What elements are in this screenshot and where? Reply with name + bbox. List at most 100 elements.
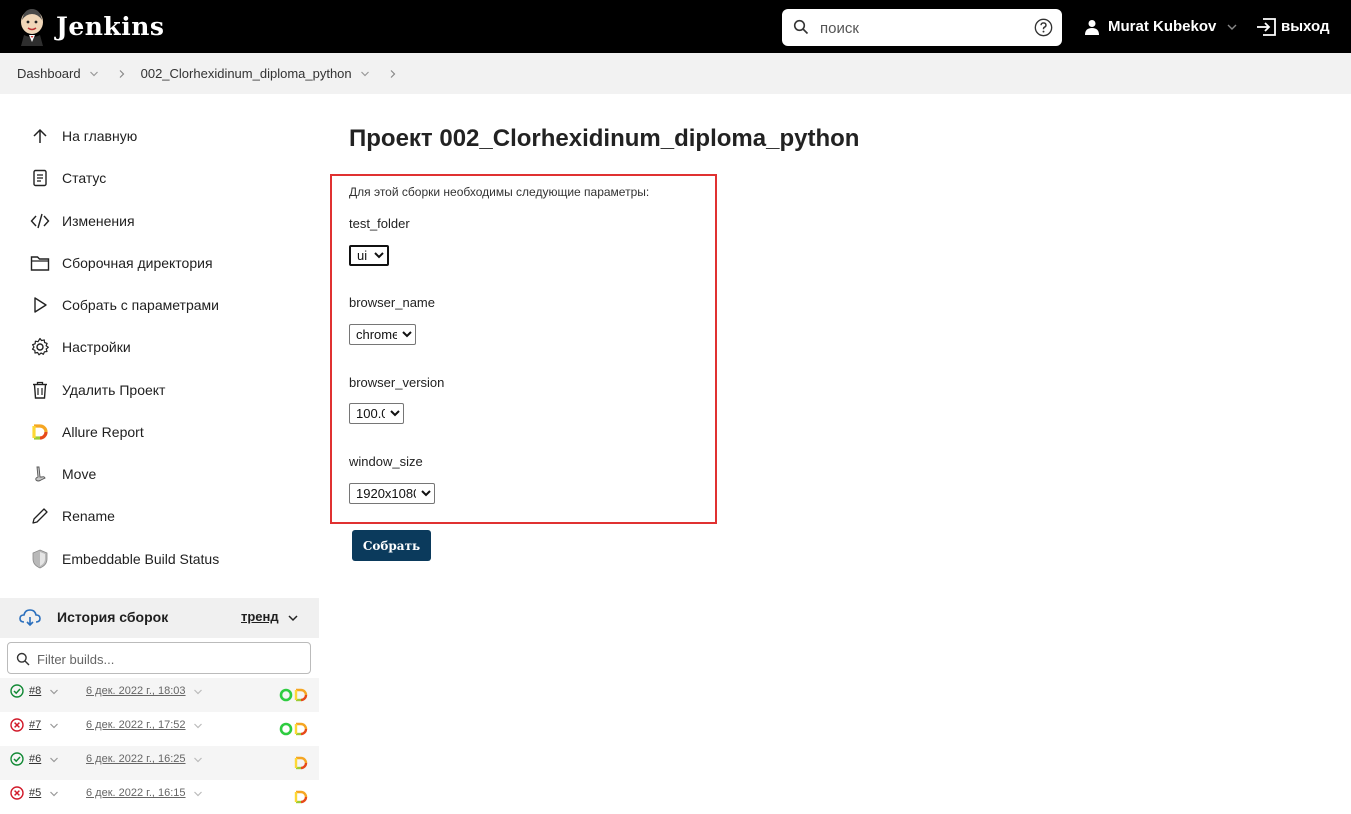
allure-icon[interactable] [294, 756, 308, 770]
allure-icon[interactable] [294, 790, 308, 804]
folder-icon [30, 253, 50, 273]
chevron-down-icon[interactable] [287, 612, 299, 624]
document-icon [30, 168, 50, 188]
breadcrumb: Dashboard 002_Clorhexidinum_diploma_pyth… [0, 53, 1351, 94]
chevron-down-icon[interactable] [49, 789, 59, 799]
chevron-down-icon[interactable] [1226, 21, 1238, 33]
chevron-right-icon [390, 69, 395, 78]
breadcrumb-item-project[interactable]: 002_Clorhexidinum_diploma_python [141, 66, 370, 81]
sidebar-item-workspace[interactable]: Сборочная директория [30, 251, 213, 275]
parameters-form: Для этой сборки необходимы следующие пар… [330, 174, 717, 524]
build-date-link[interactable]: 6 дек. 2022 г., 16:15 [86, 787, 186, 799]
pencil-icon [30, 506, 50, 526]
chevron-down-icon[interactable] [49, 687, 59, 697]
build-number-link[interactable]: #7 [29, 719, 41, 731]
search-input[interactable] [820, 17, 1020, 39]
chevron-down-icon[interactable] [193, 721, 203, 731]
cloud-icon [19, 609, 41, 627]
user-menu[interactable]: Murat Kubekov [1084, 0, 1238, 53]
chevron-down-icon[interactable] [360, 69, 370, 79]
build-date-link[interactable]: 6 дек. 2022 г., 16:25 [86, 753, 186, 765]
green-ring-icon[interactable] [279, 722, 293, 736]
filter-builds-input[interactable] [37, 650, 297, 668]
breadcrumb-label: 002_Clorhexidinum_diploma_python [140, 66, 352, 81]
sidebar-item-embeddable-build-status[interactable]: Embeddable Build Status [30, 547, 219, 571]
build-badges [294, 756, 308, 770]
sidebar-item-rename[interactable]: Rename [30, 504, 115, 528]
sidebar-item-label: Allure Report [62, 424, 144, 440]
build-date-link[interactable]: 6 дек. 2022 г., 17:52 [86, 719, 186, 731]
param-label-window-size: window_size [349, 454, 423, 469]
chevron-down-icon[interactable] [193, 789, 203, 799]
trend-link[interactable]: тренд [241, 609, 279, 624]
success-status-icon [10, 684, 24, 698]
chevron-down-icon[interactable] [49, 721, 59, 731]
build-button[interactable]: Собрать [352, 530, 431, 561]
build-row[interactable]: #6 6 дек. 2022 г., 16:25 [0, 746, 319, 780]
sidebar-item-label: Move [62, 466, 97, 482]
build-date-link[interactable]: 6 дек. 2022 г., 18:03 [86, 685, 186, 697]
build-badges [294, 790, 308, 804]
user-icon [1085, 19, 1099, 35]
green-ring-icon[interactable] [279, 688, 293, 702]
sidebar-item-changes[interactable]: Изменения [30, 209, 135, 233]
build-history-title: История сборок [57, 609, 169, 625]
sidebar-item-delete-project[interactable]: Удалить Проект [30, 378, 165, 402]
app-name: Jenkins [56, 11, 165, 41]
user-name: Murat Kubekov [1108, 18, 1217, 35]
sidebar-item-status[interactable]: Статус [30, 166, 106, 190]
param-label-browser-version: browser_version [349, 375, 445, 390]
test-folder-select[interactable]: ui [349, 245, 389, 266]
chevron-down-icon[interactable] [193, 755, 203, 765]
sidebar-item-label: Embeddable Build Status [62, 551, 220, 567]
sidebar-item-home[interactable]: На главную [30, 124, 137, 148]
sidebar-item-allure-report[interactable]: Allure Report [30, 420, 144, 444]
help-icon[interactable] [1034, 18, 1053, 37]
sidebar-item-label: Удалить Проект [62, 382, 166, 398]
breadcrumb-item-dashboard[interactable]: Dashboard [17, 66, 99, 81]
sidebar-item-configure[interactable]: Настройки [30, 335, 131, 359]
jenkins-butler-icon [21, 9, 43, 46]
logout-link[interactable]: выход [1255, 0, 1330, 53]
sidebar-item-label: Изменения [62, 213, 135, 229]
sidebar-item-label: Сборочная директория [62, 255, 213, 271]
gear-icon [30, 337, 50, 357]
param-label-browser-name: browser_name [349, 295, 435, 310]
build-number-link[interactable]: #5 [29, 787, 41, 799]
sidebar-item-build-with-params[interactable]: Собрать с параметрами [30, 293, 219, 317]
filter-builds-box [7, 642, 311, 674]
jenkins-logo[interactable]: Jenkins [16, 6, 164, 46]
chevron-down-icon[interactable] [49, 755, 59, 765]
build-number-link[interactable]: #8 [29, 685, 41, 697]
play-icon [30, 295, 50, 315]
build-row[interactable]: #8 6 дек. 2022 г., 18:03 [0, 678, 319, 712]
param-label-test-folder: test_folder [349, 216, 410, 231]
sidebar-item-label: На главную [62, 128, 138, 144]
chevron-down-icon[interactable] [193, 687, 203, 697]
search-icon [793, 19, 809, 35]
allure-icon[interactable] [294, 722, 308, 736]
build-number-link[interactable]: #6 [29, 753, 41, 765]
build-row[interactable]: #7 6 дек. 2022 г., 17:52 [0, 712, 319, 746]
browser-version-select[interactable]: 100.0 [349, 403, 404, 424]
sidebar-item-move[interactable]: Move [30, 462, 96, 486]
sidebar-item-label: Статус [62, 170, 107, 186]
sidebar: На главную Статус Изменения Сборочная ди… [0, 94, 320, 804]
page-title: Проект 002_Clorhexidinum_diploma_python [349, 125, 860, 152]
allure-icon[interactable] [294, 688, 308, 702]
breadcrumb-label: Dashboard [17, 66, 81, 81]
trash-icon [30, 380, 50, 400]
build-history-header: История сборок тренд [0, 598, 319, 638]
allure-icon [30, 422, 50, 442]
browser-name-select[interactable]: chrome [349, 324, 416, 345]
window-size-select[interactable]: 1920x1080 [349, 483, 435, 504]
build-row[interactable]: #5 6 дек. 2022 г., 16:15 [0, 780, 319, 814]
sidebar-item-label: Настройки [62, 339, 131, 355]
build-badges [279, 688, 308, 702]
failed-status-icon [10, 718, 24, 732]
code-icon [30, 211, 50, 231]
failed-status-icon [10, 786, 24, 800]
chevron-down-icon[interactable] [89, 69, 99, 79]
logout-icon [1257, 17, 1276, 36]
build-badges [279, 722, 308, 736]
